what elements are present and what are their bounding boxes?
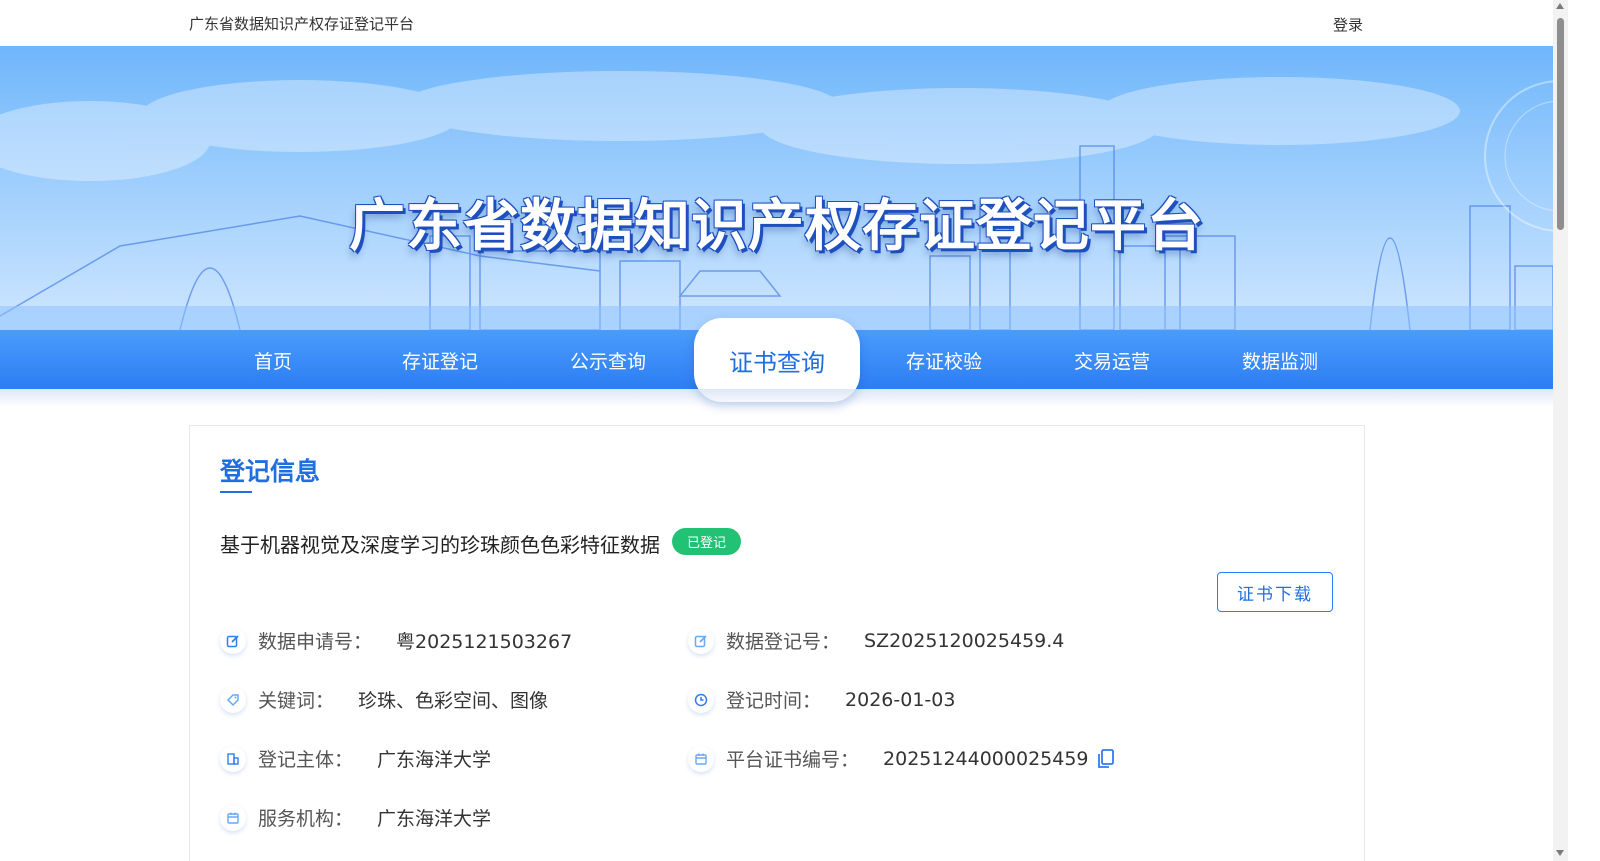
main-nav: 首页 存证登记 公示查询 证书查询 存证校验 交易运营 数据监测 — [0, 318, 1553, 402]
nav-item-trading[interactable]: 交易运营 — [1074, 347, 1150, 374]
field-value: 广东海洋大学 — [377, 808, 492, 830]
nav-item-verify[interactable]: 存证校验 — [906, 347, 982, 374]
field-label: 登记主体： — [258, 749, 354, 771]
field-value: 广东海洋大学 — [377, 749, 492, 771]
site-name: 广东省数据知识产权存证登记平台 — [189, 15, 415, 33]
field-certificate-no: 平台证书编号： 20251244000025459 — [688, 745, 1115, 772]
registration-info-card: 登记信息 基于机器视觉及深度学习的珍珠颜色色彩特征数据 已登记 证书下载 数据申… — [189, 425, 1365, 861]
field-value: SZ2025120025459.4 — [864, 629, 1065, 652]
field-label: 数据申请号： — [258, 631, 373, 653]
field-value: 珍珠、色彩空间、图像 — [358, 690, 549, 712]
scroll-down-icon[interactable] — [1556, 850, 1564, 856]
nav-item-monitoring[interactable]: 数据监测 — [1242, 347, 1318, 374]
banner-title: 广东省数据知识产权存证登记平台 — [349, 194, 1204, 259]
field-label: 数据登记号： — [726, 631, 841, 653]
nav-shadow — [0, 389, 1553, 407]
nav-item-register[interactable]: 存证登记 — [402, 347, 478, 374]
hero-banner: 广东省数据知识产权存证登记平台 — [0, 46, 1553, 330]
status-badge: 已登记 — [672, 528, 741, 555]
field-agency: 服务机构： 广东海洋大学 — [220, 804, 491, 831]
field-subject: 登记主体： 广东海洋大学 — [220, 745, 491, 772]
login-link[interactable]: 登录 — [1333, 14, 1363, 35]
record-title: 基于机器视觉及深度学习的珍珠颜色色彩特征数据 — [220, 533, 660, 557]
field-registration-time: 登记时间： 2026-01-03 — [688, 686, 955, 713]
tag-icon — [220, 686, 246, 713]
calendar-icon — [688, 745, 714, 772]
nav-item-public-query[interactable]: 公示查询 — [570, 347, 646, 374]
edit-icon — [688, 627, 714, 654]
scroll-up-icon[interactable] — [1556, 3, 1564, 9]
edit-icon — [220, 627, 246, 654]
field-value: 20251244000025459 — [883, 747, 1089, 770]
field-label: 登记时间： — [726, 690, 822, 712]
field-keywords: 关键词： 珍珠、色彩空间、图像 — [220, 686, 548, 713]
calendar-icon — [220, 804, 246, 831]
scrollbar-thumb[interactable] — [1557, 18, 1564, 230]
heading-underline — [220, 491, 252, 493]
field-registration-no: 数据登记号： SZ2025120025459.4 — [688, 627, 1064, 654]
clock-icon — [688, 686, 714, 713]
field-application-no: 数据申请号： 粤2025121503267 — [220, 627, 572, 654]
building-icon — [220, 745, 246, 772]
download-certificate-button[interactable]: 证书下载 — [1217, 572, 1333, 612]
field-label: 平台证书编号： — [726, 749, 860, 771]
field-label: 服务机构： — [258, 808, 354, 830]
field-value: 2026-01-03 — [845, 688, 956, 711]
top-bar: 广东省数据知识产权存证登记平台 登录 — [0, 0, 1553, 46]
section-heading: 登记信息 — [220, 457, 321, 486]
page-scrollbar[interactable] — [1553, 0, 1568, 861]
field-label: 关键词： — [258, 690, 335, 712]
copy-icon[interactable] — [1097, 748, 1115, 769]
field-value: 粤2025121503267 — [396, 631, 573, 653]
nav-item-home[interactable]: 首页 — [254, 347, 292, 374]
